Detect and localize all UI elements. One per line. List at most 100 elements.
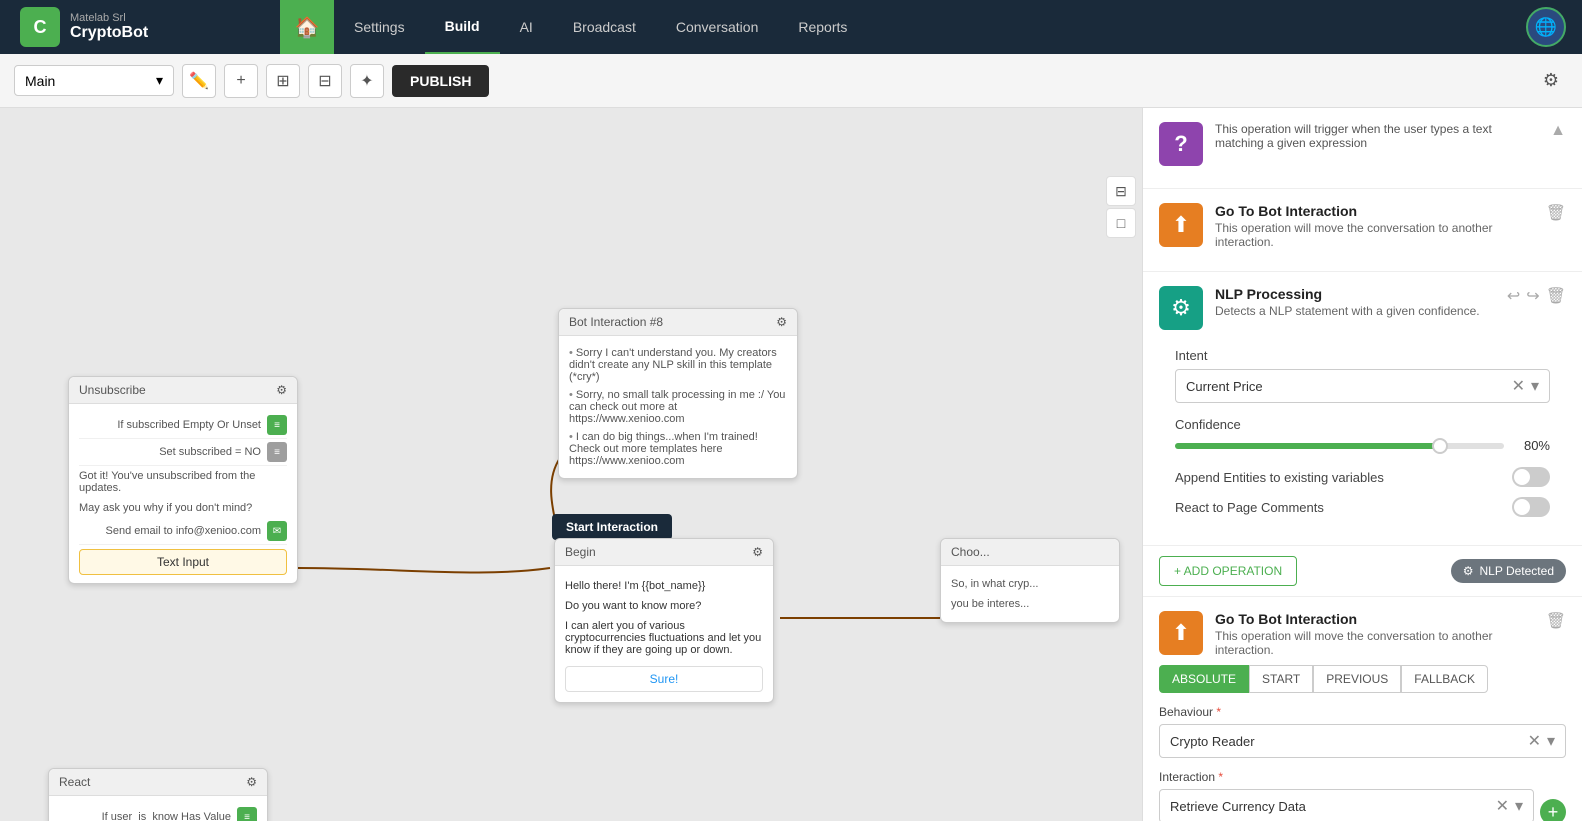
begin-body: Hello there! I'm {{bot_name}} Do you wan… [555,566,773,702]
goto-op2-desc: This operation will move the conversatio… [1215,629,1534,657]
unsubscribe-title: Unsubscribe [79,383,146,397]
publish-button[interactable]: PUBLISH [392,65,489,97]
unsubscribe-row3: Send email to info@xenioo.com ✉ [79,518,287,545]
nav-ai[interactable]: AI [500,0,553,54]
chevron-interaction-icon[interactable]: ▾ [1515,796,1523,816]
append-entities-row: Append Entities to existing variables [1175,467,1550,487]
goto-op2-actions: 🗑 [1546,611,1566,631]
logo-subtitle: Matelab Srl [70,12,148,24]
logo-icon: C [20,7,60,47]
redo-nlp-icon[interactable]: ↪ [1526,286,1539,306]
logo-text: Matelab Srl CryptoBot [70,12,148,42]
chevron-intent-icon[interactable]: ▾ [1531,376,1539,396]
react-page-row: React to Page Comments [1175,497,1550,517]
settings-icon-button[interactable]: ⚙ [1534,64,1568,98]
nlp-op-header: ⚙ NLP Processing Detects a NLP statement… [1159,286,1566,330]
goto-op2-tabs: ABSOLUTE START PREVIOUS FALLBACK [1159,665,1566,693]
interaction-select[interactable]: Retrieve Currency Data ✕ ▾ [1159,789,1534,821]
confidence-pct: 80% [1514,438,1550,453]
goto-op1-header: ⬆ Go To Bot Interaction This operation w… [1159,203,1566,249]
goto-op2-title: Go To Bot Interaction [1215,611,1534,627]
nav-broadcast[interactable]: Broadcast [553,0,656,54]
interaction-select-row: Retrieve Currency Data ✕ ▾ + [1159,789,1566,821]
clear-intent-icon[interactable]: ✕ [1512,376,1525,396]
tab-fallback[interactable]: FALLBACK [1401,665,1488,693]
nav-settings[interactable]: Settings [334,0,425,54]
clear-behaviour-icon[interactable]: ✕ [1528,731,1541,751]
goto-op2-tabs-container: ABSOLUTE START PREVIOUS FALLBACK Behavio… [1159,665,1566,821]
add-operation-button[interactable]: + ADD OPERATION [1159,556,1297,586]
begin-header: Begin ⚙ [555,539,773,566]
unsub-text2: May ask you why if you don't mind? [79,498,287,518]
behaviour-label: Behaviour * [1159,705,1566,719]
add-interaction-button[interactable]: + [1540,799,1566,821]
delete-op1-icon[interactable]: 🗑 [1546,203,1566,223]
gear-icon3[interactable]: ⚙ [752,545,763,559]
react-header: React ⚙ [49,769,267,796]
bot8-node: Bot Interaction #8 ⚙ • Sorry I can't und… [558,308,798,479]
logo-area: C Matelab Srl CryptoBot [0,7,280,47]
toggle-knob2 [1514,499,1530,515]
interaction-select-value: Retrieve Currency Data [1170,799,1306,814]
nav-build[interactable]: Build [425,0,500,54]
confidence-slider-fill [1175,443,1438,449]
begin-text2: Do you want to know more? [565,596,763,616]
side-btn2[interactable]: □ [1106,208,1136,238]
nav-reports[interactable]: Reports [778,0,867,54]
add-op-row: + ADD OPERATION ⚙ NLP Detected [1143,546,1582,597]
edit-button[interactable]: ✏️ [182,64,216,98]
right-panel: ? This operation will trigger when the u… [1142,108,1582,821]
trigger-op-block: ? This operation will trigger when the u… [1143,108,1582,189]
gear-icon[interactable]: ⚙ [276,383,287,397]
react-badge: ≡ [237,807,257,821]
nlp-icon: ⚙ [1463,564,1474,578]
clear-interaction-icon[interactable]: ✕ [1496,796,1509,816]
nav-conversation[interactable]: Conversation [656,0,779,54]
goto-op1-title: Go To Bot Interaction [1215,203,1534,219]
behaviour-required-star: * [1216,705,1221,719]
nlp-op-icon: ⚙ [1159,286,1203,330]
behaviour-select-icons: ✕ ▾ [1528,731,1555,751]
confidence-slider-track[interactable] [1175,443,1504,449]
unsubscribe-header: Unsubscribe ⚙ [69,377,297,404]
text-input-node[interactable]: Text Input [79,549,287,575]
gear-icon4[interactable]: ⚙ [246,775,257,789]
signpost2-icon: ⬆ [1172,620,1190,646]
intent-select[interactable]: Current Price ✕ ▾ [1175,369,1550,403]
nav-home-button[interactable]: 🏠 [280,0,334,54]
begin-sure-button[interactable]: Sure! [565,666,763,692]
filter-button[interactable]: ✦ [350,64,384,98]
chevron-behaviour-icon[interactable]: ▾ [1547,731,1555,751]
flow-select[interactable]: Main ▾ [14,65,174,96]
unsubscribe-row2: Set subscribed = NO ≡ [79,439,287,466]
delete-nlp-icon[interactable]: 🗑 [1546,286,1566,306]
gear-nlp-icon: ⚙ [1171,295,1191,321]
begin-title: Begin [565,545,596,559]
goto-op1-content: Go To Bot Interaction This operation wil… [1215,203,1534,249]
nlp-op-title: NLP Processing [1215,286,1480,302]
nav-avatar[interactable]: 🌐 [1526,7,1566,47]
delete-op2-icon[interactable]: 🗑 [1546,611,1566,631]
trigger-op-content: This operation will trigger when the use… [1215,122,1538,150]
bot8-header: Bot Interaction #8 ⚙ [559,309,797,336]
canvas[interactable]: Unsubscribe ⚙ If subscribed Empty Or Uns… [0,108,1142,821]
diagram-button[interactable]: ⊞ [266,64,300,98]
side-btn1[interactable]: ⊟ [1106,176,1136,206]
trigger-op-header: ? This operation will trigger when the u… [1159,122,1566,166]
behaviour-select[interactable]: Crypto Reader ✕ ▾ [1159,724,1566,758]
export-button[interactable]: ⊟ [308,64,342,98]
react-page-label: React to Page Comments [1175,500,1324,515]
react-page-toggle[interactable] [1512,497,1550,517]
tab-start[interactable]: START [1249,665,1313,693]
bot8-line1: • Sorry I can't understand you. My creat… [569,344,787,386]
goto-op1-block: ⬆ Go To Bot Interaction This operation w… [1143,189,1582,272]
nlp-op-content: NLP Processing Detects a NLP statement w… [1215,286,1480,318]
append-entities-toggle[interactable] [1512,467,1550,487]
react-node: React ⚙ If user_is_know Has Value ≡ Hey … [48,768,268,821]
gear-icon2[interactable]: ⚙ [776,315,787,329]
add-button[interactable]: + [224,64,258,98]
tab-absolute[interactable]: ABSOLUTE [1159,665,1249,693]
unsubscribe-node: Unsubscribe ⚙ If subscribed Empty Or Uns… [68,376,298,584]
tab-previous[interactable]: PREVIOUS [1313,665,1401,693]
undo-nlp-icon[interactable]: ↩ [1507,286,1520,306]
